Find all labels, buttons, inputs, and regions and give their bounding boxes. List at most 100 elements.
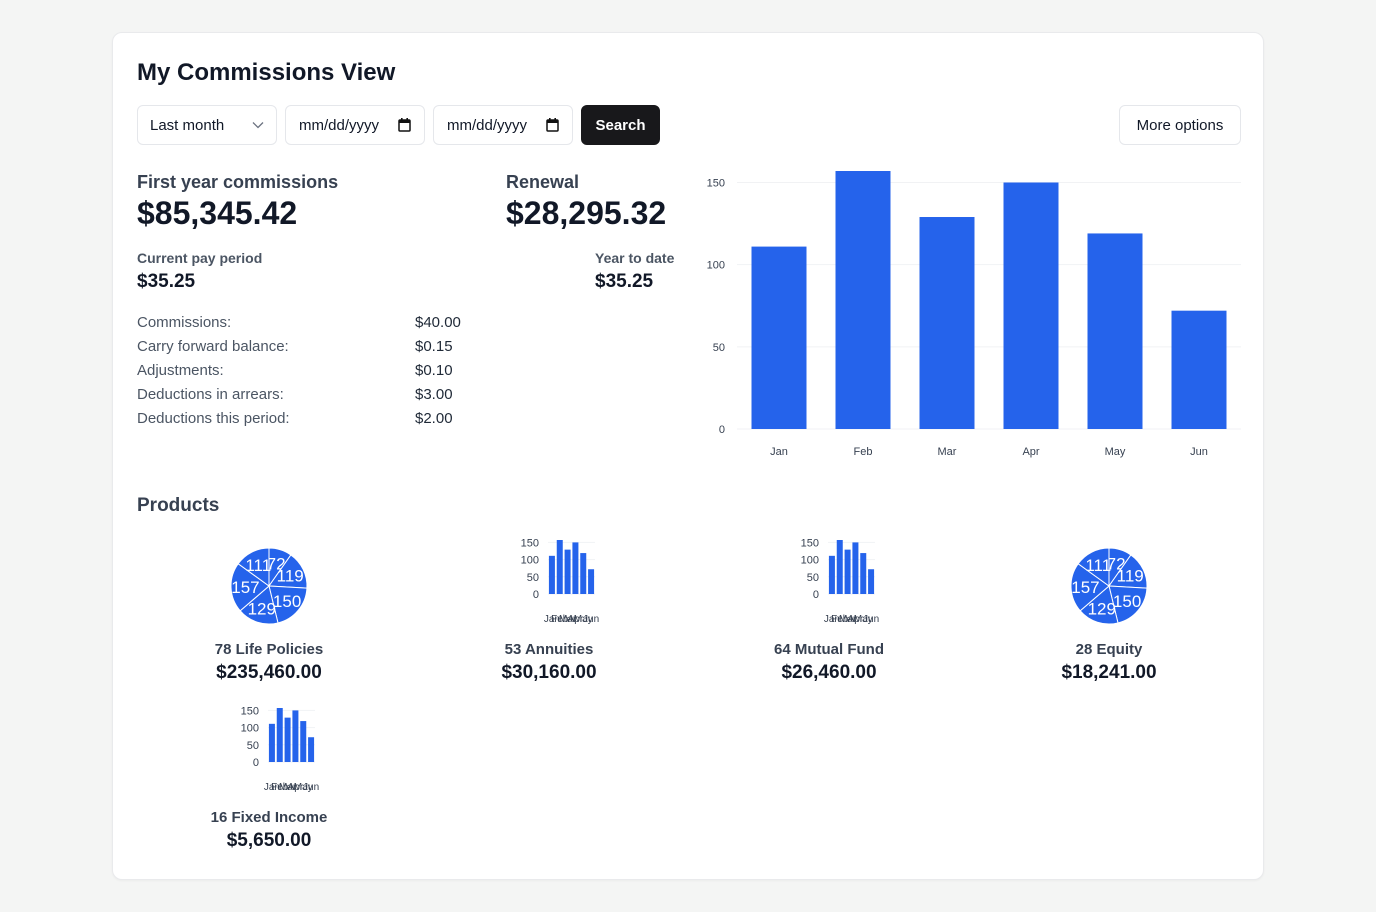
first-year-value: $85,345.42 bbox=[137, 195, 298, 231]
mini-bar-chart: 050100150JanFebMarAprMayJun bbox=[521, 537, 600, 625]
pie-label: 111 bbox=[245, 556, 271, 575]
product-amount: $18,241.00 bbox=[1061, 662, 1157, 683]
ytd-label: Year to date bbox=[595, 250, 675, 266]
date-to-input[interactable]: mm/dd/yyyy bbox=[433, 105, 573, 145]
bar-jun[interactable] bbox=[1171, 310, 1227, 429]
product-annuities-chart: 0 50 100 150 Jan Feb Mar Apr May Jun bbox=[505, 534, 615, 631]
product-amount: $5,650.00 bbox=[226, 830, 312, 851]
y-tick-label: 0 bbox=[719, 424, 725, 436]
mini-bar-chart: 050100150JanFebMarAprMayJun bbox=[801, 537, 880, 625]
mini-bar bbox=[860, 553, 867, 594]
pie-label: 150 bbox=[273, 592, 301, 611]
x-tick-label: May bbox=[1105, 446, 1126, 458]
product-annuities: 53 Annuities $30,160.00 bbox=[409, 641, 689, 684]
mini-bar bbox=[308, 737, 315, 762]
y-tick-label: 150 bbox=[801, 537, 819, 549]
mini-bar bbox=[556, 540, 563, 594]
x-tick-label: Jan bbox=[770, 446, 788, 458]
product-amount: $26,460.00 bbox=[781, 662, 877, 683]
mini-bar bbox=[844, 549, 851, 594]
renewal-label: Renewal bbox=[506, 172, 580, 192]
mini-bar bbox=[852, 542, 859, 594]
ytd-value: $35.25 bbox=[595, 271, 654, 292]
y-tick-label: 50 bbox=[713, 342, 725, 354]
x-tick-label: Feb bbox=[854, 446, 873, 458]
mini-pie-chart: 72119150129157111 bbox=[230, 547, 308, 625]
date-from-placeholder: mm/dd/yyyy bbox=[299, 116, 380, 134]
mini-bar bbox=[564, 549, 571, 594]
mini-bar bbox=[588, 569, 595, 594]
carry-forward-value: $0.15 bbox=[415, 338, 453, 355]
deductions-period-label: Deductions this period: bbox=[137, 410, 290, 427]
x-tick-label: Jun bbox=[863, 614, 879, 625]
products-title: Products bbox=[137, 495, 220, 516]
product-equity-chart: 72 119 150 129 157 111 bbox=[1069, 546, 1149, 631]
deductions-arrears-label: Deductions in arrears: bbox=[137, 386, 284, 403]
date-to-placeholder: mm/dd/yyyy bbox=[447, 116, 528, 134]
pie-label: 129 bbox=[248, 599, 276, 618]
mini-bar bbox=[572, 542, 579, 594]
current-period-label: Current pay period bbox=[137, 250, 263, 266]
mini-pie-chart: 72119150129157111 bbox=[1070, 547, 1148, 625]
bar-may[interactable] bbox=[1087, 233, 1143, 429]
y-tick-label: 50 bbox=[527, 572, 539, 584]
mini-bar bbox=[300, 721, 307, 762]
product-name: 78 Life Policies bbox=[214, 641, 324, 658]
x-tick-label: Jun bbox=[583, 614, 599, 625]
carry-forward-label: Carry forward balance: bbox=[137, 338, 289, 355]
mini-bar bbox=[276, 708, 283, 762]
mini-bar-chart: 050100150JanFebMarAprMayJun bbox=[241, 705, 320, 793]
bar-mar[interactable] bbox=[919, 217, 975, 429]
product-name: 28 Equity bbox=[1075, 641, 1143, 658]
y-tick-label: 100 bbox=[707, 260, 725, 272]
x-tick-label: Jun bbox=[303, 782, 319, 793]
product-life-policies: 78 Life Policies $235,460.00 bbox=[129, 641, 409, 684]
range-select[interactable]: Last month bbox=[137, 105, 277, 145]
adjustments-value: $0.10 bbox=[415, 362, 453, 379]
pie-label: 111 bbox=[1085, 556, 1111, 575]
bar-jan[interactable] bbox=[751, 246, 807, 429]
product-mutual-fund-chart: 0 50 100 150 Jan Feb Mar Apr May Jun bbox=[785, 534, 895, 631]
more-options-button[interactable]: More options bbox=[1119, 105, 1241, 145]
bar-apr[interactable] bbox=[1003, 182, 1059, 429]
y-tick-label: 100 bbox=[521, 555, 539, 567]
product-amount: $235,460.00 bbox=[216, 662, 322, 683]
pie-label: 157 bbox=[1071, 578, 1099, 597]
commissions-card: My Commissions View Last month mm/dd/yyy… bbox=[112, 32, 1264, 880]
deductions-arrears-value: $3.00 bbox=[415, 386, 453, 403]
calendar-icon bbox=[398, 118, 411, 132]
pie-label: 157 bbox=[231, 578, 259, 597]
y-tick-label: 150 bbox=[521, 537, 539, 549]
mini-bar bbox=[268, 723, 275, 762]
pie-label: 119 bbox=[1117, 567, 1144, 586]
pie-label: 150 bbox=[1113, 592, 1141, 611]
date-from-input[interactable]: mm/dd/yyyy bbox=[285, 105, 425, 145]
first-year-label: First year commissions bbox=[137, 172, 339, 192]
y-tick-label: 100 bbox=[801, 555, 819, 567]
search-button[interactable]: Search bbox=[581, 105, 660, 145]
mini-bar bbox=[580, 553, 587, 594]
pie-label: 129 bbox=[1088, 599, 1116, 618]
deductions-period-value: $2.00 bbox=[415, 410, 453, 427]
calendar-icon bbox=[546, 118, 559, 132]
x-tick-label: Apr bbox=[1022, 446, 1039, 458]
y-tick-label: 50 bbox=[807, 572, 819, 584]
monthly-commissions-chart: 0 50 100 150 Jan Feb Mar Apr May Jun bbox=[707, 171, 1241, 458]
commissions-row-value: $40.00 bbox=[415, 314, 461, 331]
product-equity: 28 Equity $18,241.00 bbox=[969, 641, 1249, 684]
product-life-chart: 72 119 150 129 157 111 bbox=[229, 546, 309, 631]
mini-bar bbox=[548, 555, 555, 594]
adjustments-label: Adjustments: bbox=[137, 362, 224, 379]
mini-bar bbox=[292, 710, 299, 762]
product-name: 16 Fixed Income bbox=[210, 809, 328, 826]
x-tick-label: Mar bbox=[938, 446, 957, 458]
renewal-value: $28,295.32 bbox=[506, 195, 667, 231]
mini-bar bbox=[868, 569, 875, 594]
product-mutual-fund: 64 Mutual Fund $26,460.00 bbox=[689, 641, 969, 684]
bar-feb[interactable] bbox=[835, 171, 891, 429]
y-tick-label: 0 bbox=[533, 589, 539, 601]
y-tick-label: 0 bbox=[813, 589, 819, 601]
product-fixed-income-chart: 0 50 100 150 Jan Feb Mar Apr May Jun bbox=[225, 702, 335, 799]
x-tick-label: Jun bbox=[1190, 446, 1208, 458]
y-tick-label: 150 bbox=[241, 705, 259, 717]
